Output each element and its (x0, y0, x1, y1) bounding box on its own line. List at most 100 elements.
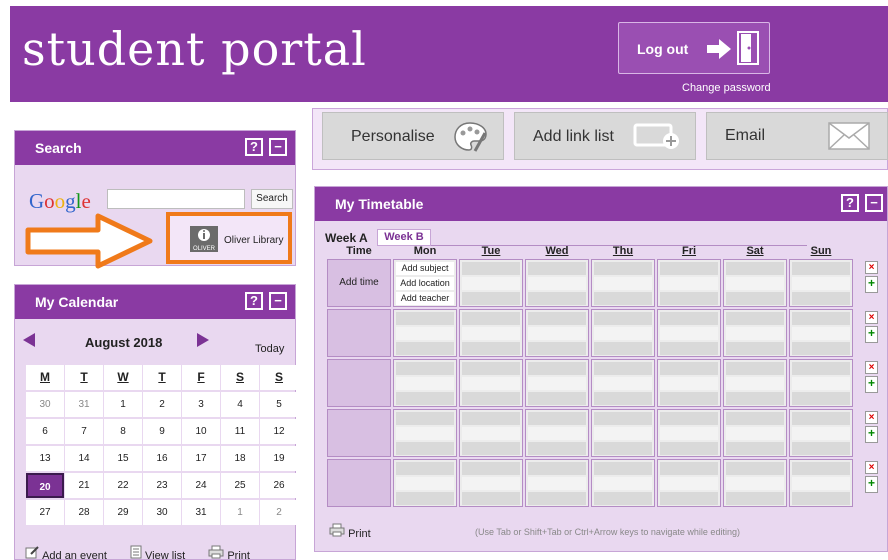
timetable-cell[interactable] (393, 309, 457, 357)
teacher-line[interactable] (726, 292, 784, 305)
location-line[interactable] (594, 427, 652, 440)
calendar-day[interactable]: 13 (26, 446, 64, 471)
delete-row-icon[interactable]: × (865, 261, 878, 274)
timetable-cell[interactable] (525, 359, 589, 407)
minimize-button[interactable]: − (865, 194, 883, 212)
calendar-day[interactable]: 20 (26, 473, 64, 498)
subject-line[interactable] (462, 462, 520, 475)
teacher-line[interactable] (792, 342, 850, 355)
location-line[interactable] (396, 377, 454, 390)
calendar-day[interactable]: 11 (221, 419, 259, 444)
timetable-cell[interactable] (393, 359, 457, 407)
location-line[interactable] (660, 377, 718, 390)
time-slot[interactable] (327, 359, 391, 407)
subject-line[interactable] (726, 412, 784, 425)
subject-line[interactable] (726, 462, 784, 475)
subject-line[interactable] (660, 262, 718, 275)
help-button[interactable]: ? (245, 292, 263, 310)
subject-line[interactable] (462, 262, 520, 275)
calendar-day[interactable]: 17 (182, 446, 220, 471)
subject-line[interactable] (792, 312, 850, 325)
add-link-list-button[interactable]: Add link list (514, 112, 696, 160)
calendar-day[interactable]: 2 (260, 500, 298, 525)
teacher-line[interactable] (660, 392, 718, 405)
timetable-cell[interactable]: Add subject Add location Add teacher (393, 259, 457, 307)
teacher-line[interactable] (528, 342, 586, 355)
timetable-cell[interactable] (459, 409, 523, 457)
teacher-line[interactable] (660, 492, 718, 505)
timetable-cell[interactable] (591, 359, 655, 407)
calendar-day[interactable]: 1 (104, 392, 142, 417)
timetable-cell[interactable] (393, 409, 457, 457)
calendar-day[interactable]: 31 (182, 500, 220, 525)
subject-line[interactable] (594, 312, 652, 325)
delete-row-icon[interactable]: × (865, 361, 878, 374)
subject-line[interactable] (528, 312, 586, 325)
time-slot[interactable] (327, 309, 391, 357)
subject-line[interactable] (462, 312, 520, 325)
timetable-print-link[interactable]: Print (329, 523, 371, 540)
teacher-line[interactable] (792, 492, 850, 505)
subject-line[interactable] (792, 262, 850, 275)
timetable-cell[interactable] (657, 409, 721, 457)
calendar-day[interactable]: 25 (221, 473, 259, 498)
add-event-link[interactable]: Add an event (25, 545, 117, 560)
subject-line[interactable] (462, 412, 520, 425)
location-line[interactable] (660, 327, 718, 340)
calendar-day[interactable]: 8 (104, 419, 142, 444)
teacher-line[interactable] (660, 342, 718, 355)
timetable-cell[interactable] (591, 409, 655, 457)
timetable-cell[interactable] (789, 409, 853, 457)
timetable-cell[interactable] (525, 309, 589, 357)
teacher-line[interactable] (594, 492, 652, 505)
location-line[interactable] (396, 477, 454, 490)
location-line[interactable] (792, 477, 850, 490)
location-line[interactable] (528, 477, 586, 490)
location-line[interactable] (462, 377, 520, 390)
timetable-cell[interactable] (657, 459, 721, 507)
calendar-day[interactable]: 30 (26, 392, 64, 417)
view-list-link[interactable]: View list (130, 545, 195, 560)
next-month-button[interactable] (195, 333, 209, 347)
teacher-line[interactable] (396, 392, 454, 405)
location-line[interactable] (528, 427, 586, 440)
subject-line[interactable] (660, 462, 718, 475)
help-button[interactable]: ? (841, 194, 859, 212)
teacher-line[interactable] (792, 292, 850, 305)
insert-row-icon[interactable]: + (865, 476, 878, 493)
location-line[interactable]: Add location (396, 277, 454, 290)
calendar-day[interactable]: 3 (182, 392, 220, 417)
calendar-day[interactable]: 29 (104, 500, 142, 525)
calendar-day[interactable]: 24 (182, 473, 220, 498)
calendar-print-link[interactable]: Print (208, 545, 260, 560)
teacher-line[interactable] (660, 442, 718, 455)
location-line[interactable] (660, 277, 718, 290)
time-slot[interactable]: Add time (327, 259, 391, 307)
teacher-line[interactable] (462, 442, 520, 455)
teacher-line[interactable] (726, 492, 784, 505)
teacher-line[interactable] (396, 442, 454, 455)
insert-row-icon[interactable]: + (865, 276, 878, 293)
subject-line[interactable] (594, 262, 652, 275)
timetable-cell[interactable] (657, 359, 721, 407)
timetable-cell[interactable] (723, 359, 787, 407)
teacher-line[interactable] (726, 392, 784, 405)
calendar-day[interactable]: 6 (26, 419, 64, 444)
calendar-day[interactable]: 30 (143, 500, 181, 525)
minimize-button[interactable]: − (269, 292, 287, 310)
calendar-day[interactable]: 7 (65, 419, 103, 444)
oliver-library-button[interactable]: OLIVER Oliver Library (166, 212, 292, 264)
timetable-cell[interactable] (525, 259, 589, 307)
tab-week-a[interactable]: Week A (325, 231, 368, 245)
calendar-day[interactable]: 5 (260, 392, 298, 417)
timetable-cell[interactable] (723, 459, 787, 507)
location-line[interactable] (462, 477, 520, 490)
subject-line[interactable]: Add subject (396, 262, 454, 275)
timetable-cell[interactable] (591, 459, 655, 507)
calendar-day[interactable]: 26 (260, 473, 298, 498)
subject-line[interactable] (528, 462, 586, 475)
subject-line[interactable] (660, 362, 718, 375)
timetable-cell[interactable] (657, 259, 721, 307)
calendar-day[interactable]: 31 (65, 392, 103, 417)
insert-row-icon[interactable]: + (865, 326, 878, 343)
